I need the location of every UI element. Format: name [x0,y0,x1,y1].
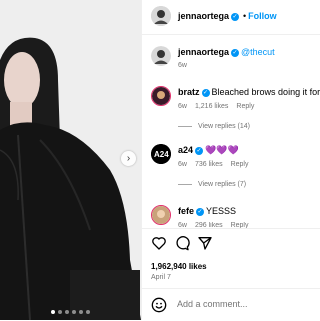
post-media[interactable]: › [0,0,141,320]
commenter-avatar[interactable]: A24 [151,144,171,164]
comment-age: 6w [178,103,187,110]
verified-icon: ✓ [231,12,240,21]
commenter-avatar[interactable] [151,205,171,225]
post-header: jennaortega ✓ • Follow [142,0,320,35]
like-count[interactable]: 1,962,940 likes [151,262,207,271]
heart-icon[interactable] [151,235,167,251]
carousel-dots [0,310,141,314]
comment-username[interactable]: bratz [178,87,200,97]
carousel-dot [86,310,90,314]
caption-username[interactable]: jennaortega [178,47,229,57]
comment-icon[interactable] [174,235,190,251]
caption-tag-link[interactable]: @thecut [241,47,275,57]
post-photo [0,0,141,320]
comment-text: YESSS [206,206,237,216]
comment-composer [142,288,320,321]
follow-button[interactable]: Follow [248,11,277,21]
verified-icon: ✓ [196,207,205,216]
carousel-dot [58,310,62,314]
share-icon[interactable] [197,235,213,251]
verified-icon: ✓ [195,146,204,155]
commenter-avatar[interactable] [151,86,171,106]
carousel-dot [79,310,83,314]
comment-age: 6w [178,161,187,168]
verified-icon: ✓ [201,88,210,97]
carousel-dot [72,310,76,314]
view-replies-button[interactable]: View replies (7) [178,181,246,188]
emoji-icon[interactable] [151,297,167,315]
view-replies-button[interactable]: View replies (14) [178,123,250,130]
comment-username[interactable]: a24 [178,145,193,155]
comment-likes[interactable]: 736 likes [195,161,223,168]
carousel-next-button[interactable]: › [121,151,136,166]
post-date: April 7 [151,274,171,281]
reply-button[interactable]: Reply [231,161,249,168]
comment-input[interactable] [175,298,319,310]
caption-age: 6w [178,62,187,69]
svg-text:A24: A24 [154,150,169,159]
carousel-dot [51,310,55,314]
comment-text: 💜💜💜 [205,145,239,155]
comment-likes[interactable]: 1,216 likes [195,103,228,110]
header-separator: • [243,11,247,21]
chevron-right-icon: › [126,153,131,164]
author-username[interactable]: jennaortega [178,11,229,21]
verified-icon: ✓ [231,48,240,57]
carousel-dot [65,310,69,314]
comment-text: Bleached brows doing it for us [211,87,320,97]
reply-button[interactable]: Reply [236,103,254,110]
post-actions [142,228,320,251]
post-panel: jennaortega ✓ • Follow jennaortega ✓ @thecut … [141,0,320,320]
caption-avatar[interactable] [151,46,171,66]
author-avatar[interactable] [151,6,171,26]
comment-username[interactable]: fefe [178,206,194,216]
